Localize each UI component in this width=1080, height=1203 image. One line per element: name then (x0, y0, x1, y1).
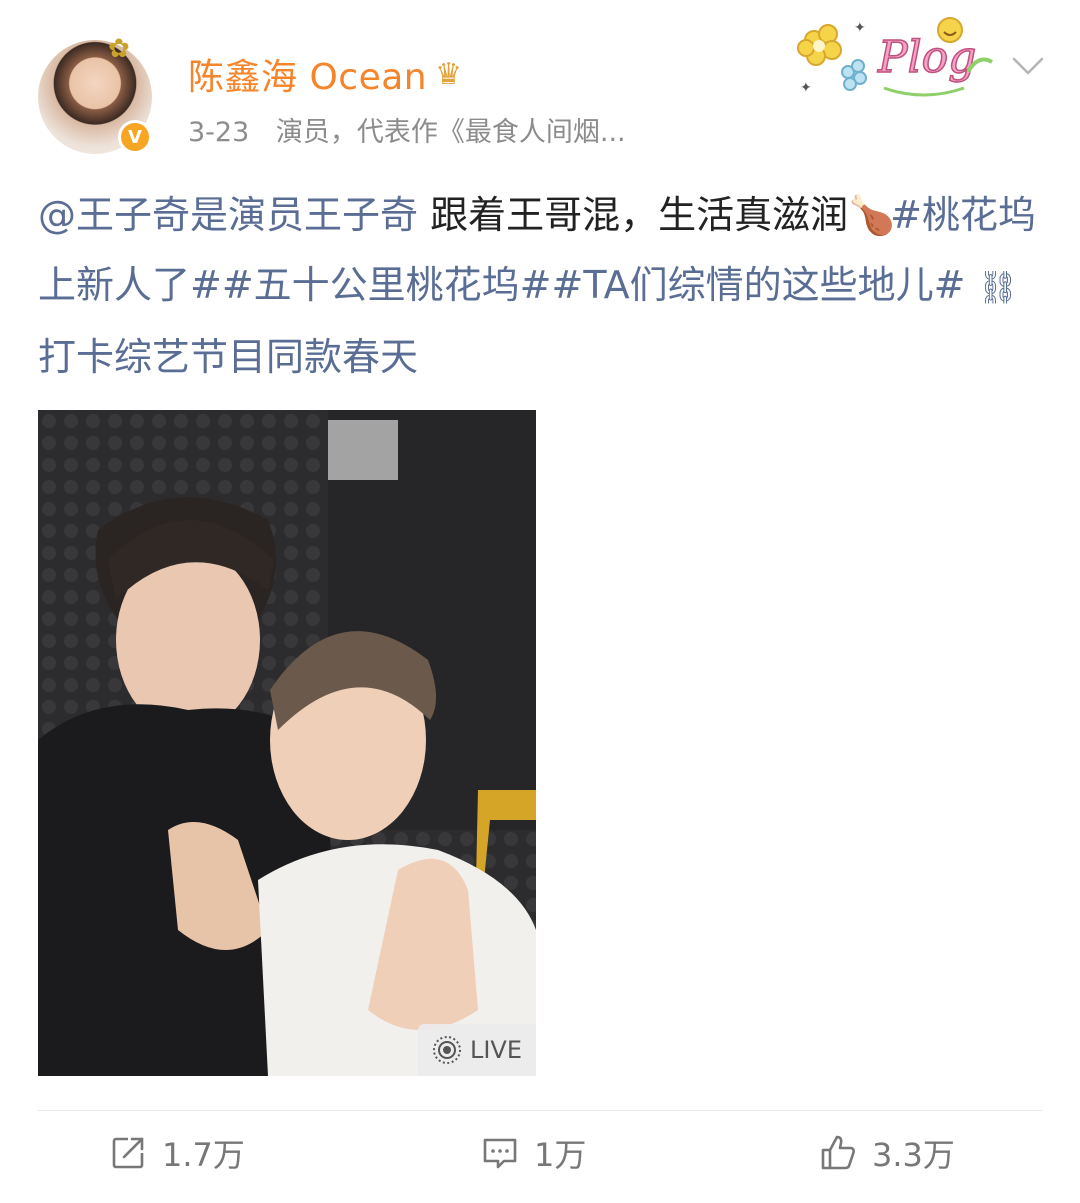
comment-count: 1万 (534, 1136, 587, 1174)
live-photo-badge[interactable]: LIVE (418, 1024, 536, 1076)
plog-sticker-text: Plog (877, 32, 976, 83)
comment-button[interactable]: 1万 (480, 1130, 586, 1176)
chevron-down-icon[interactable] (1010, 50, 1046, 80)
avatar[interactable]: ✿ V (38, 34, 152, 154)
share-icon (112, 1137, 144, 1169)
photo-illustration (38, 410, 536, 1076)
plog-sticker-icon: Plog ✦ ✦ (797, 17, 993, 97)
post-header: ✿ V 陈鑫海 Ocean ♛ 3-23 演员，代表作《最食人间烟... Plo… (0, 0, 1080, 170)
divider (38, 1110, 1042, 1111)
link-icon[interactable]: ⛓ (977, 268, 1018, 306)
crown-icon: ♛ (435, 56, 463, 92)
post-text: @王子奇是演员王子奇 跟着王哥混，生活真滋润🍗#桃花坞上新人了##五十公里桃花坞… (38, 180, 1038, 392)
share-button[interactable]: 1.7万 (108, 1130, 245, 1176)
hashtag-link-2[interactable]: #五十公里桃花坞# (222, 263, 552, 307)
post-body-text: 跟着王哥混，生活真滋润 (418, 193, 849, 237)
verified-badge-icon: V (118, 120, 152, 154)
drumstick-emoji-icon: 🍗 (848, 193, 896, 237)
svg-text:✦: ✦ (854, 20, 866, 36)
post-photo[interactable] (38, 410, 536, 1076)
svg-text:✦: ✦ (800, 80, 812, 96)
like-button[interactable]: 3.3万 (818, 1130, 955, 1176)
thumbs-up-icon (821, 1135, 855, 1170)
share-count: 1.7万 (162, 1136, 245, 1174)
post-meta: 3-23 演员，代表作《最食人间烟... (188, 110, 626, 149)
live-icon (432, 1036, 461, 1064)
mention-link[interactable]: @王子奇是演员王子奇 (38, 193, 418, 237)
comment-icon (483, 1138, 517, 1169)
action-bar: 1.7万 1万 3.3万 (0, 1130, 1080, 1190)
external-link[interactable]: 打卡综艺节目同款春天 (38, 335, 418, 379)
username[interactable]: 陈鑫海 Ocean (188, 48, 427, 100)
like-count: 3.3万 (872, 1136, 955, 1174)
user-description: 演员，代表作《最食人间烟... (275, 117, 626, 148)
username-row: 陈鑫海 Ocean ♛ (188, 48, 462, 100)
avatar-frame-icon: ✿ (108, 34, 130, 64)
post-date: 3-23 (188, 117, 250, 148)
hashtag-link-3[interactable]: #TA们综情的这些地儿# (552, 263, 966, 307)
live-label: LIVE (469, 1036, 523, 1064)
